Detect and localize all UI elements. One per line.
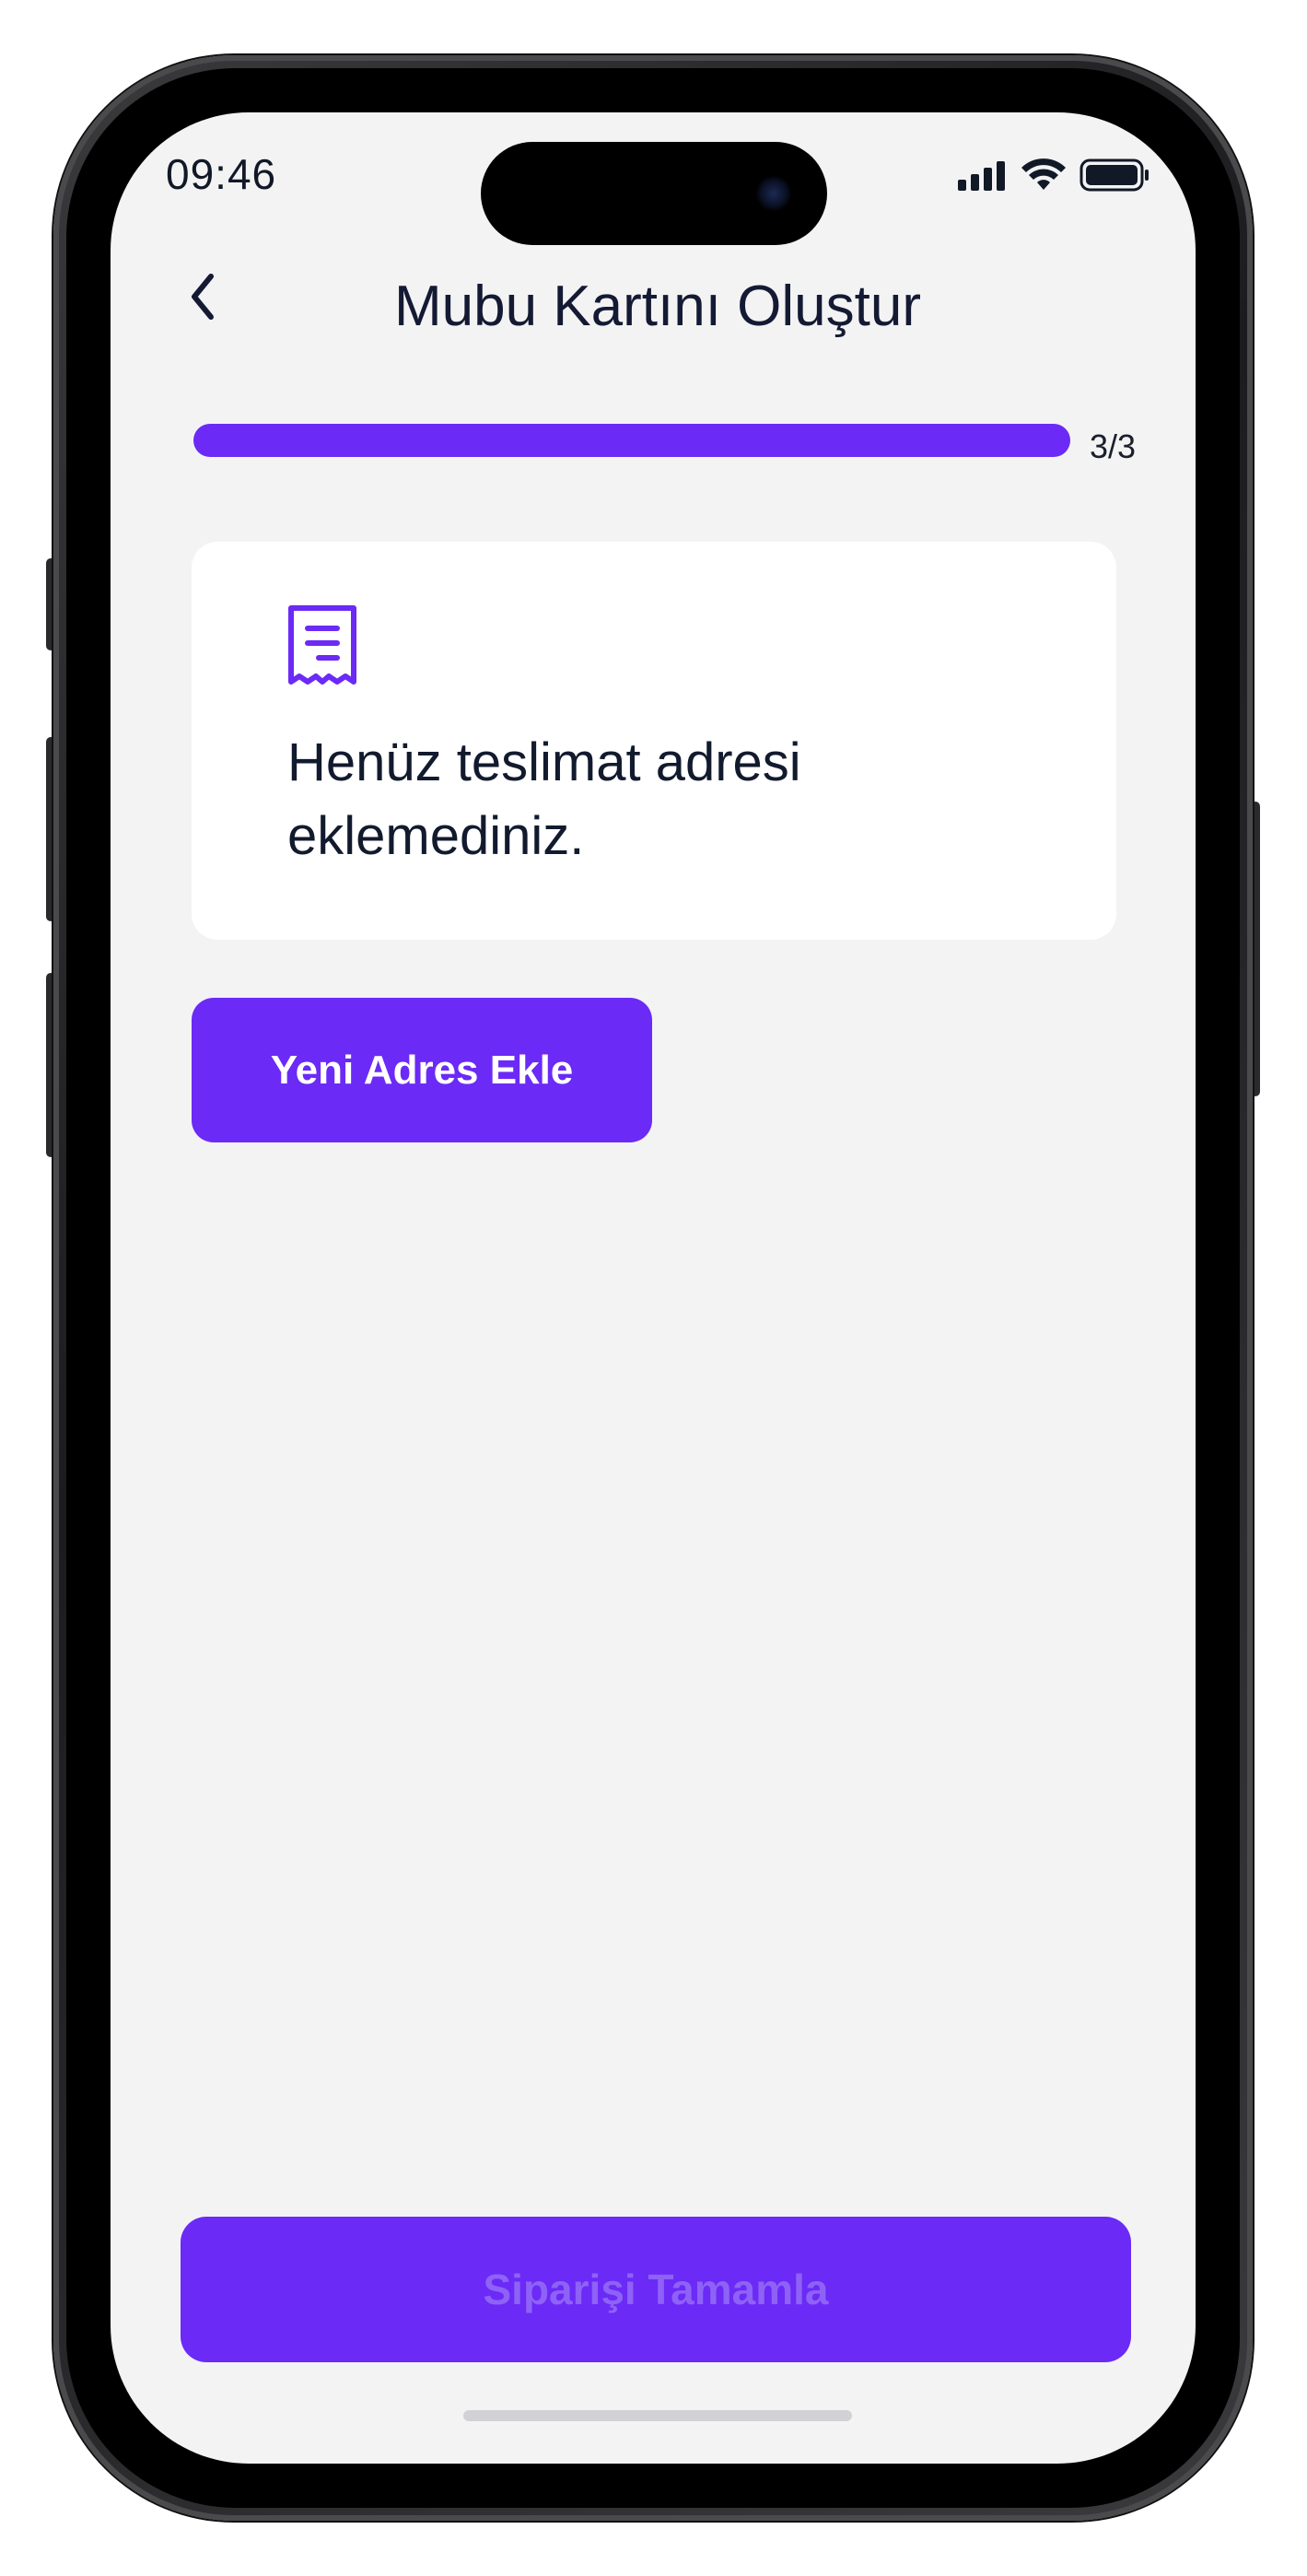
device-mockup: 09:46 Mubu Kartını Oluştur 3/3 Henüz tes… [0, 0, 1307, 2576]
status-time: 09:46 [166, 150, 277, 198]
status-icons [956, 158, 1149, 196]
empty-address-card: Henüz teslimat adresi eklemediniz. [192, 542, 1116, 940]
cellular-signal-icon [956, 159, 1008, 195]
home-indicator [463, 2410, 852, 2421]
empty-address-message: Henüz teslimat adresi eklemediniz. [287, 732, 801, 866]
complete-order-button[interactable]: Siparişi Tamamla [181, 2217, 1131, 2362]
progress-bar-fill [193, 424, 1070, 457]
app-screen: 09:46 Mubu Kartını Oluştur 3/3 Henüz tes… [111, 112, 1196, 2464]
progress-step-label: 3/3 [1090, 427, 1137, 465]
front-camera [755, 175, 792, 212]
add-address-button[interactable]: Yeni Adres Ekle [192, 998, 652, 1142]
dynamic-island [481, 142, 827, 245]
battery-icon [1079, 158, 1149, 196]
wifi-icon [1021, 158, 1067, 196]
page-title: Mubu Kartını Oluştur [393, 275, 922, 338]
progress-bar [193, 424, 1070, 457]
receipt-icon [288, 605, 356, 685]
